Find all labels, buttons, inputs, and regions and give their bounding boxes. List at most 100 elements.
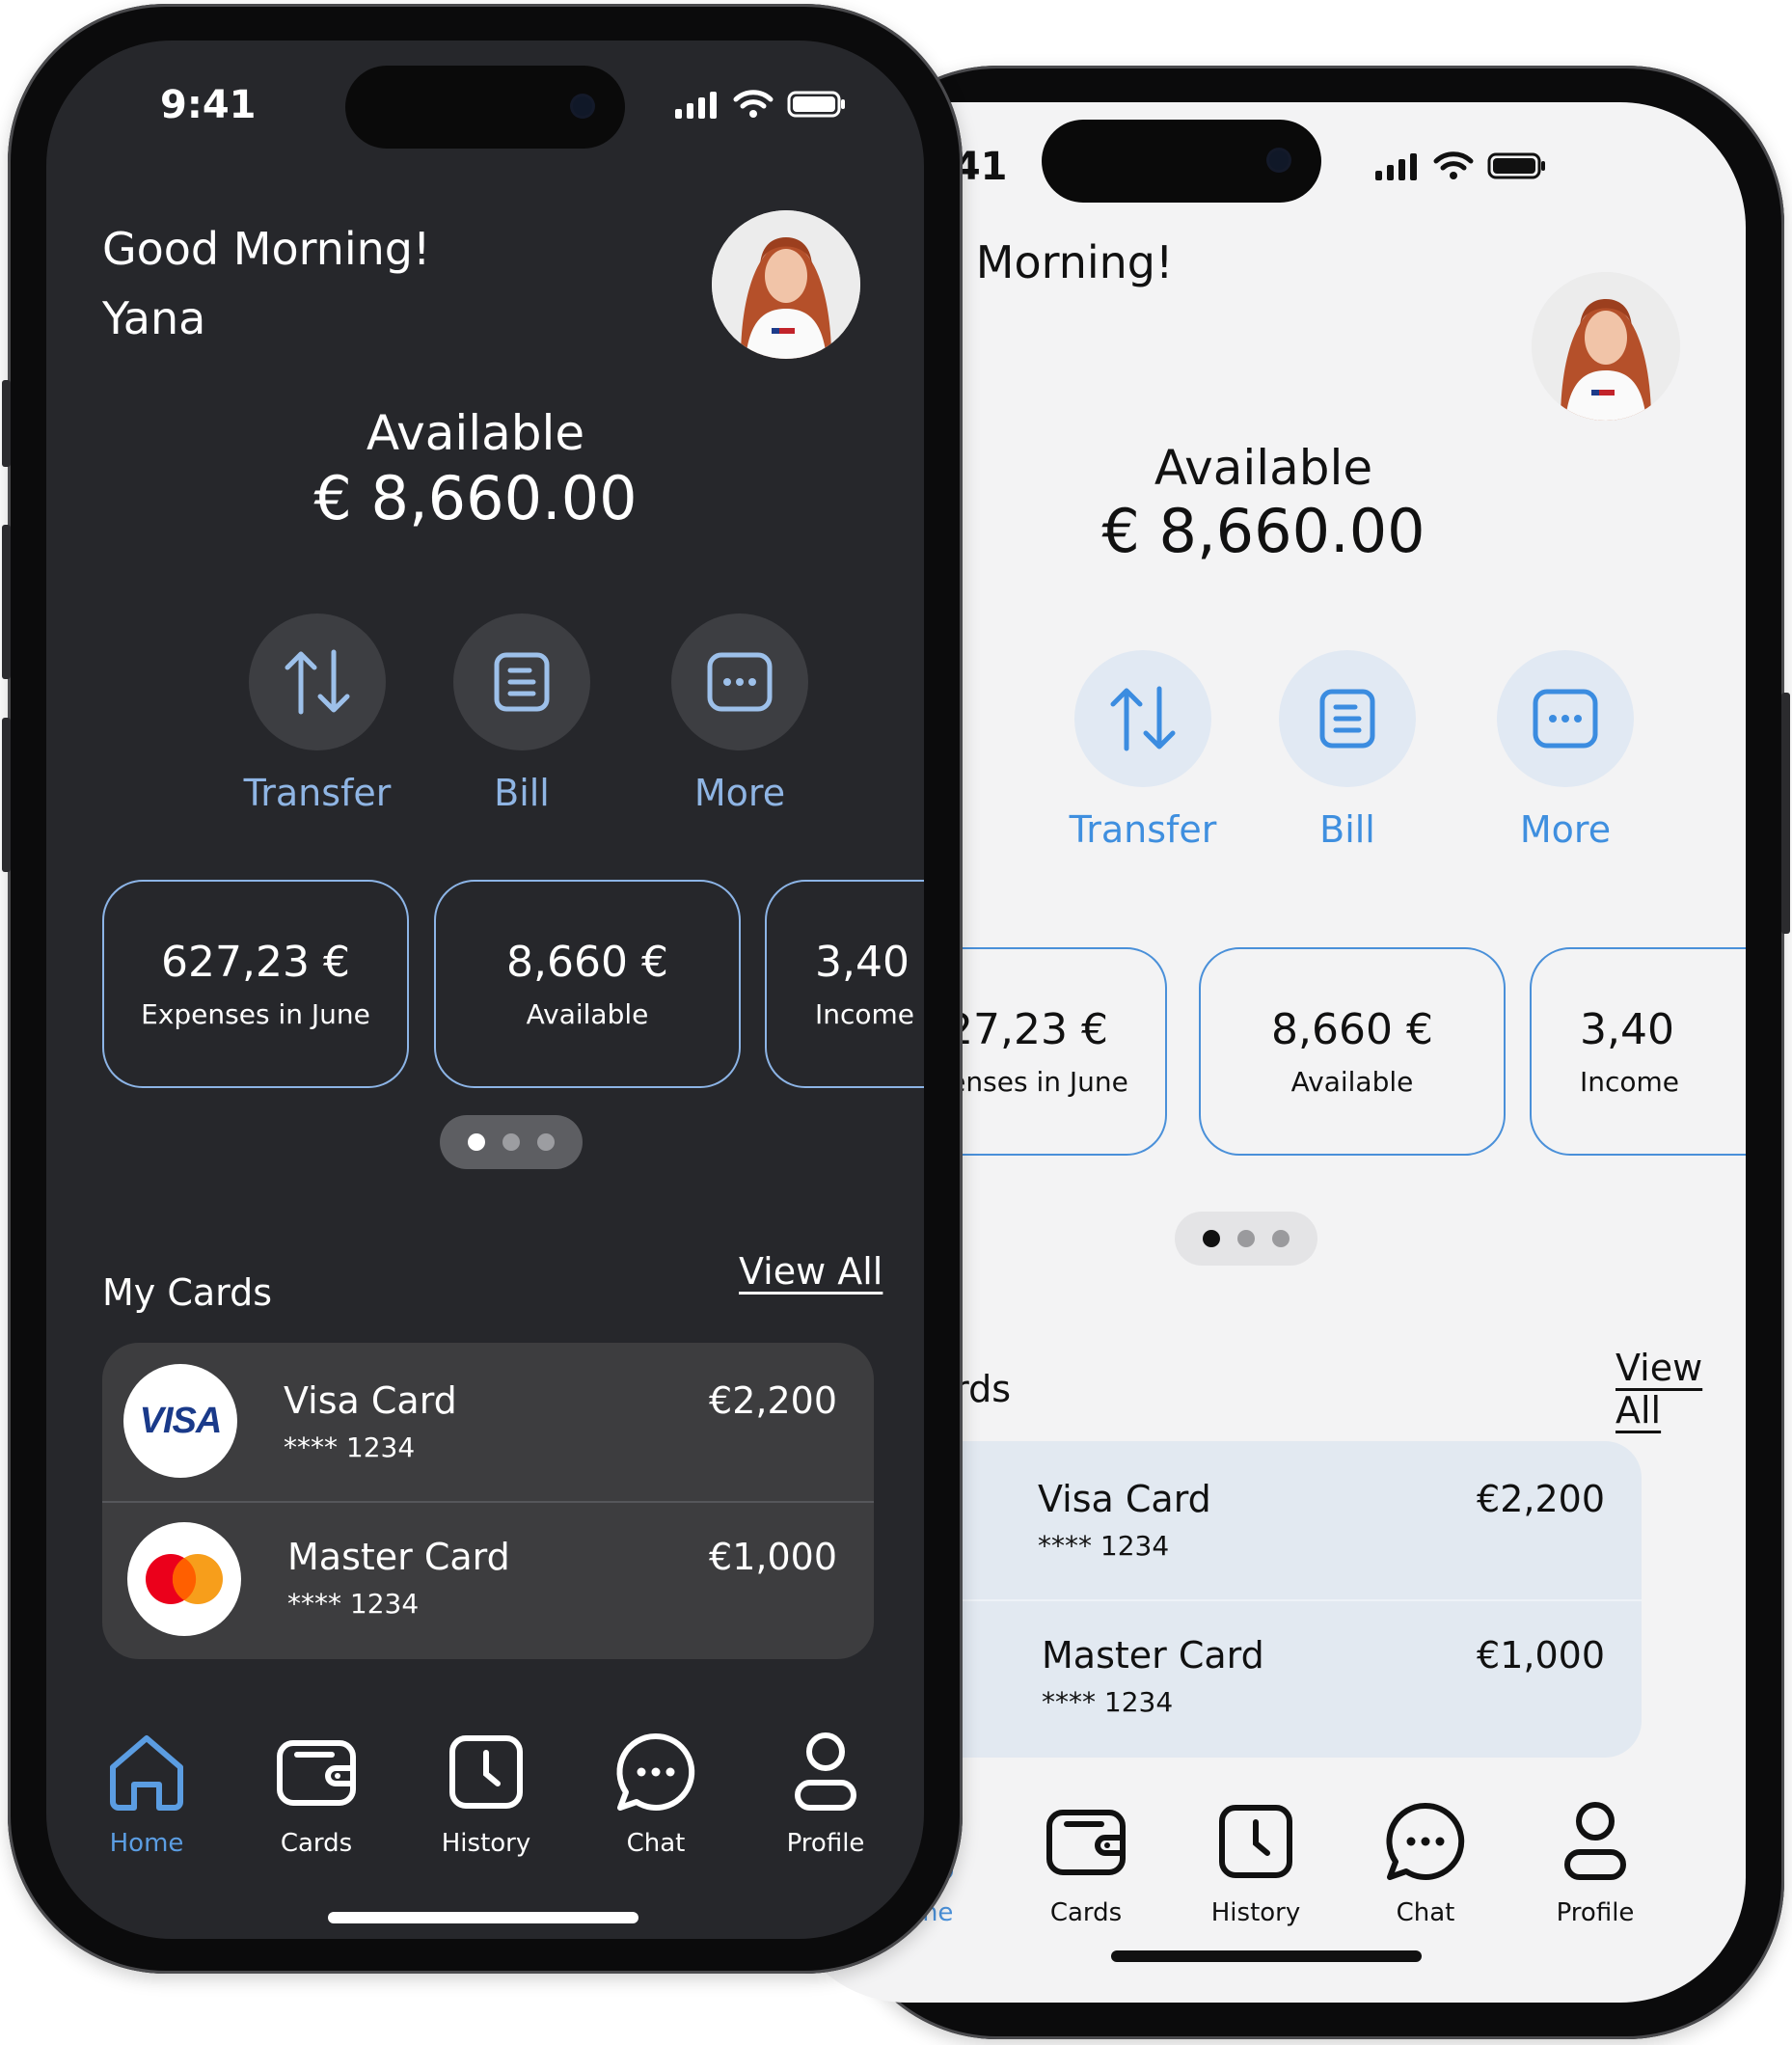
nav-cards[interactable]: Cards <box>231 1729 401 1858</box>
page-dot-active[interactable] <box>1203 1230 1220 1247</box>
stat-label: Income <box>815 998 915 1030</box>
view-all-link[interactable]: View All <box>739 1250 882 1293</box>
nav-label: History <box>441 1829 531 1858</box>
page-dot[interactable] <box>537 1133 555 1151</box>
nav-label: History <box>1210 1898 1301 1927</box>
more-dots-icon <box>1497 650 1634 787</box>
nav-label: Profile <box>786 1829 865 1858</box>
nav-chat[interactable]: Chat <box>1341 1798 1510 1927</box>
stat-value: 8,660 € <box>1271 1005 1433 1054</box>
transfer-label: Transfer <box>1069 808 1217 851</box>
signal-icon <box>1375 153 1417 180</box>
wallet-icon <box>273 1729 360 1815</box>
card-row-mastercard[interactable]: Master Card **** 1234 €1,000 <box>102 1501 874 1659</box>
carousel-pagination[interactable] <box>1175 1212 1317 1266</box>
more-action[interactable]: More <box>634 614 846 814</box>
greeting-line2: Yana <box>102 292 206 344</box>
card-balance: €2,200 <box>709 1379 837 1422</box>
stat-value: 3,40 <box>815 938 910 987</box>
transfer-action[interactable]: Transfer <box>211 614 423 814</box>
nav-profile[interactable]: Profile <box>1510 1798 1680 1927</box>
avatar[interactable] <box>712 210 860 359</box>
bill-label: Bill <box>494 772 550 814</box>
user-icon <box>1552 1798 1639 1885</box>
card-row-mastercard[interactable]: Master Card **** 1234 €1,000 <box>870 1599 1642 1758</box>
dynamic-island <box>1042 120 1321 203</box>
status-icons <box>673 89 847 120</box>
nav-chat[interactable]: Chat <box>571 1729 741 1858</box>
battery-icon <box>1487 152 1545 179</box>
cards-list: VISA Visa Card **** 1234 €2,200 Master C… <box>870 1441 1642 1758</box>
bill-action[interactable]: Bill <box>416 614 628 814</box>
dynamic-island <box>345 66 625 149</box>
card-number: **** 1234 <box>1042 1686 1174 1718</box>
card-balance: €2,200 <box>1477 1478 1605 1520</box>
nav-history[interactable]: History <box>401 1729 571 1858</box>
transfer-action[interactable]: Transfer <box>1037 650 1249 851</box>
card-row-visa[interactable]: VISA Visa Card **** 1234 €2,200 <box>870 1441 1642 1599</box>
nav-label: Chat <box>1396 1898 1455 1927</box>
bill-action[interactable]: Bill <box>1241 650 1453 851</box>
nav-history[interactable]: History <box>1171 1798 1341 1927</box>
card-name: Visa Card <box>284 1379 457 1422</box>
wifi-icon <box>733 90 774 118</box>
page-dot[interactable] <box>1237 1230 1255 1247</box>
nav-label: Cards <box>280 1829 353 1858</box>
clock-icon <box>443 1729 529 1815</box>
nav-label: Chat <box>626 1829 686 1858</box>
signal-icon <box>675 92 717 119</box>
volume-up-button <box>2 525 11 679</box>
card-name: Visa Card <box>1038 1478 1211 1520</box>
card-row-visa[interactable]: VISA Visa Card **** 1234 €2,200 <box>102 1343 874 1501</box>
stat-card-income[interactable]: 3,40 Income <box>765 880 924 1088</box>
nav-home[interactable]: Home <box>62 1729 231 1858</box>
mastercard-logo <box>127 1522 241 1636</box>
chat-bubble-icon <box>612 1729 699 1815</box>
stat-label: Available <box>1290 1066 1414 1098</box>
home-icon <box>103 1729 190 1815</box>
stat-card-available[interactable]: 8,660 € Available <box>434 880 741 1088</box>
stat-card-expenses[interactable]: 627,23 € Expenses in June <box>102 880 409 1088</box>
stat-label: Available <box>526 998 649 1030</box>
available-title: Available <box>366 405 585 461</box>
more-label: More <box>1519 808 1612 851</box>
greeting-line1: Good Morning! <box>102 223 431 275</box>
light-phone: 9:41 Good Morning! Yana Available € 8,66… <box>781 66 1790 2039</box>
nav-cards[interactable]: Cards <box>1001 1798 1171 1927</box>
home-indicator[interactable] <box>1111 1950 1422 1962</box>
side-button <box>1781 693 1790 934</box>
my-cards-title: My Cards <box>102 1271 273 1314</box>
stat-value: 3,40 <box>1580 1005 1674 1054</box>
card-number: **** 1234 <box>287 1588 420 1620</box>
clock-icon <box>1212 1798 1299 1885</box>
stat-value: 8,660 € <box>506 938 668 987</box>
card-name: Master Card <box>1042 1634 1264 1677</box>
more-action[interactable]: More <box>1459 650 1671 851</box>
card-balance: €1,000 <box>709 1536 837 1578</box>
page-dot[interactable] <box>502 1133 520 1151</box>
card-balance: €1,000 <box>1477 1634 1605 1677</box>
bill-icon <box>453 614 590 750</box>
more-label: More <box>693 772 786 814</box>
page-dot[interactable] <box>1272 1230 1290 1247</box>
nav-label: Cards <box>1049 1898 1123 1927</box>
avatar[interactable] <box>1532 272 1680 421</box>
cards-list: VISA Visa Card **** 1234 €2,200 Master C… <box>102 1343 874 1659</box>
bill-icon <box>1279 650 1416 787</box>
view-all-link[interactable]: View All <box>1616 1347 1746 1432</box>
home-indicator[interactable] <box>328 1912 638 1923</box>
nav-label: Home <box>109 1829 184 1858</box>
stat-card-available[interactable]: 8,660 € Available <box>1199 947 1506 1156</box>
more-dots-icon <box>671 614 808 750</box>
stat-card-income[interactable]: 3,40 Income <box>1530 947 1746 1156</box>
status-time: 9:41 <box>160 83 257 127</box>
carousel-pagination[interactable] <box>440 1115 583 1169</box>
battery-icon <box>787 91 845 118</box>
status-icons <box>1373 150 1547 181</box>
transfer-arrows-icon <box>249 614 386 750</box>
page-dot-active[interactable] <box>468 1133 485 1151</box>
card-number: **** 1234 <box>1038 1530 1170 1562</box>
action-button <box>2 380 11 467</box>
bill-label: Bill <box>1319 808 1375 851</box>
nav-profile[interactable]: Profile <box>741 1729 910 1858</box>
